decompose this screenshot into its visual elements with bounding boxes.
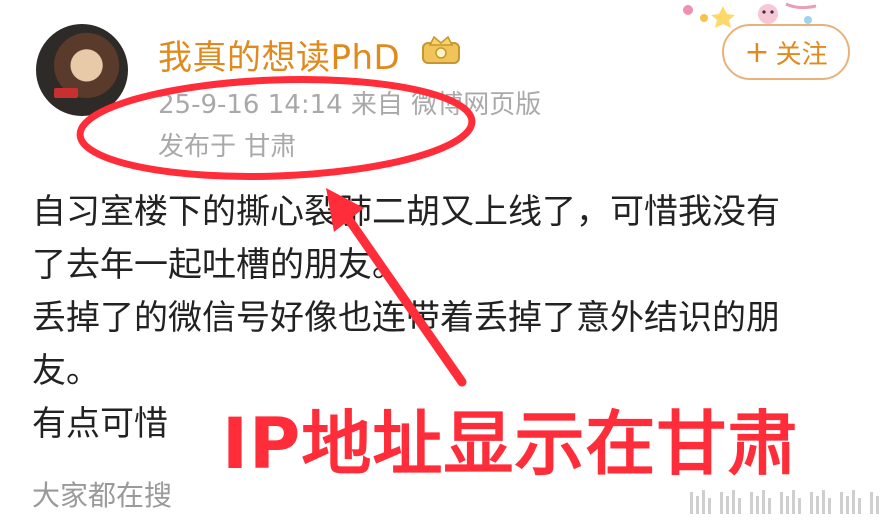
plus-icon: + — [744, 34, 770, 70]
trending-search-label[interactable]: 大家都在搜 — [32, 474, 172, 514]
post-line: 丢掉了的微信号好像也连带着丢掉了意外结识的朋 — [32, 298, 780, 338]
post-line: 了去年一起吐槽的朋友。 — [32, 245, 406, 285]
crown-badge-icon — [422, 35, 460, 64]
annotation-caption: IP地址显示在甘肃 — [222, 403, 799, 485]
username[interactable]: 我真的想读PhD — [158, 30, 400, 79]
post-timestamp-source: 25-9-16 14:14 来自 微博网页版 — [158, 90, 542, 120]
watermark-pattern — [690, 490, 879, 514]
post-ip-location: 发布于 甘肃 — [158, 132, 297, 162]
avatar-tag-decoration — [54, 88, 78, 98]
user-avatar[interactable] — [36, 24, 128, 116]
follow-button[interactable]: + 关注 — [722, 24, 850, 80]
follow-button-label: 关注 — [775, 39, 828, 70]
post-line: 自习室楼下的撕心裂肺二胡又上线了，可惜我没有 — [32, 192, 780, 232]
